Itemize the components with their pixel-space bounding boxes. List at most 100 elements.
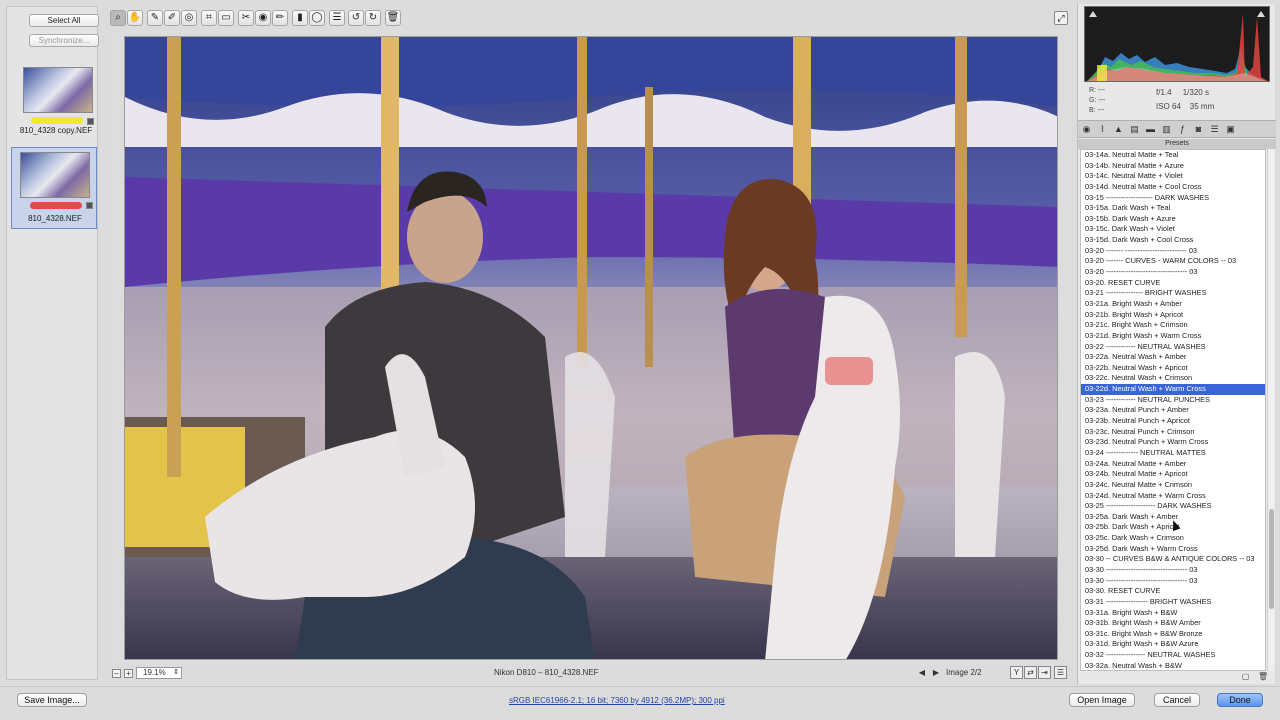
next-image-icon[interactable]: ▶	[930, 667, 942, 679]
preset-item[interactable]: 03-21a. Bright Wash + Amber	[1081, 299, 1265, 310]
color-sampler-icon[interactable]: ✐	[164, 10, 180, 26]
spot-removal-icon[interactable]: ✂	[238, 10, 254, 26]
preset-item[interactable]: 03-21c. Bright Wash + Crimson	[1081, 320, 1265, 331]
zoom-icon[interactable]: ⌕	[110, 10, 126, 26]
preset-item[interactable]: 03-21b. Bright Wash + Apricot	[1081, 310, 1265, 321]
preset-item[interactable]: 03-25c. Dark Wash + Crimson	[1081, 533, 1265, 544]
image-canvas[interactable]	[106, 30, 1072, 664]
shadow-clipping-warning-icon[interactable]	[1089, 11, 1097, 17]
new-preset-icon[interactable]: ▢	[1241, 672, 1250, 681]
preview-photo[interactable]	[124, 36, 1058, 660]
red-eye-icon[interactable]: ◉	[255, 10, 271, 26]
preset-item[interactable]: 03-22d. Neutral Wash + Warm Cross	[1081, 384, 1265, 395]
fx-tab-icon[interactable]: ƒ	[1176, 123, 1189, 136]
preset-item[interactable]: 03-24d. Neutral Matte + Warm Cross	[1081, 491, 1265, 502]
hand-icon[interactable]: ✋	[127, 10, 143, 26]
preset-item[interactable]: 03-15d. Dark Wash + Cool Cross	[1081, 235, 1265, 246]
preset-item[interactable]: 03-31d. Bright Wash + B&W Azure	[1081, 639, 1265, 650]
preset-item[interactable]: 03-22 ------------ NEUTRAL WASHES	[1081, 342, 1265, 353]
toggle-default-icon[interactable]: ☰	[1054, 666, 1067, 679]
preset-item[interactable]: 03-23c. Neutral Punch + Crimson	[1081, 427, 1265, 438]
preset-item[interactable]: 03-30 --------------------------------- …	[1081, 576, 1265, 587]
done-button[interactable]: Done	[1217, 693, 1263, 707]
open-image-button[interactable]: Open Image	[1069, 693, 1135, 707]
graduated-filter-icon[interactable]: ▮	[292, 10, 308, 26]
white-balance-icon[interactable]: ✎	[147, 10, 163, 26]
preset-item[interactable]: 03-30. RESET CURVE	[1081, 586, 1265, 597]
hsl-tab-icon[interactable]: ▤	[1128, 123, 1141, 136]
preset-item[interactable]: 03-14d. Neutral Matte + Cool Cross	[1081, 182, 1265, 193]
filmstrip-thumb[interactable]: 810_4328 copy.NEF	[17, 65, 95, 135]
preset-item[interactable]: 03-20 --------------------------------- …	[1081, 267, 1265, 278]
preset-item[interactable]: 03-23a. Neutral Punch + Amber	[1081, 405, 1265, 416]
snapshots-tab-icon[interactable]: ▣	[1224, 123, 1237, 136]
preset-item[interactable]: 03-15c. Dark Wash + Violet	[1081, 224, 1265, 235]
straighten-icon[interactable]: ▭	[218, 10, 234, 26]
preset-item[interactable]: 03-23b. Neutral Punch + Apricot	[1081, 416, 1265, 427]
presets-list[interactable]: 03-14a. Neutral Matte + Teal 03-14b. Neut…	[1080, 149, 1266, 671]
preset-item[interactable]: 03-32a. Neutral Wash + B&W	[1081, 661, 1265, 670]
rotate-right-icon[interactable]: ↻	[365, 10, 381, 26]
preset-item[interactable]: 03-20. RESET CURVE	[1081, 278, 1265, 289]
rotate-left-icon[interactable]: ↺	[348, 10, 364, 26]
previous-image-icon[interactable]: ◀	[916, 667, 928, 679]
preset-item[interactable]: 03-25 -------------------- DARK WASHES	[1081, 501, 1265, 512]
preset-item[interactable]: 03-14b. Neutral Matte + Azure	[1081, 161, 1265, 172]
preset-item[interactable]: 03-31c. Bright Wash + B&W Bronze	[1081, 629, 1265, 640]
synchronize-button[interactable]: Synchronize...	[29, 34, 99, 47]
crop-icon[interactable]: ⌗	[201, 10, 217, 26]
preset-item[interactable]: 03-32 ---------------- NEUTRAL WASHES	[1081, 650, 1265, 661]
preset-item[interactable]: 03-31b. Bright Wash + B&W Amber	[1081, 618, 1265, 629]
preset-item[interactable]: 03-24c. Neutral Matte + Crimson	[1081, 480, 1265, 491]
zoom-out-button[interactable]: –	[112, 669, 121, 678]
preset-item[interactable]: 03-31a. Bright Wash + B&W	[1081, 608, 1265, 619]
preset-item[interactable]: 03-22a. Neutral Wash + Amber	[1081, 352, 1265, 363]
preset-item[interactable]: 03-30 -- CURVES B&W & ANTIQUE COLORS -- …	[1081, 554, 1265, 565]
preset-item[interactable]: 03-24a. Neutral Matte + Amber	[1081, 459, 1265, 470]
delete-preset-icon[interactable]: 🗑	[1258, 672, 1268, 681]
adjustment-brush-icon[interactable]: ✏	[272, 10, 288, 26]
preset-item[interactable]: 03-25d. Dark Wash + Warm Cross	[1081, 544, 1265, 555]
split-toning-tab-icon[interactable]: ▬	[1144, 123, 1157, 136]
preset-item[interactable]: 03-21 --------------- BRIGHT WASHES	[1081, 288, 1265, 299]
preset-item[interactable]: 03-22b. Neutral Wash + Apricot	[1081, 363, 1265, 374]
camera-calibration-tab-icon[interactable]: ◙	[1192, 123, 1205, 136]
scrollbar-thumb[interactable]	[1269, 509, 1274, 609]
before-after-y-icon[interactable]: Y	[1010, 666, 1023, 679]
save-image-button[interactable]: Save Image...	[17, 693, 87, 707]
lens-corrections-tab-icon[interactable]: ▥	[1160, 123, 1173, 136]
preset-item[interactable]: 03-21d. Bright Wash + Warm Cross	[1081, 331, 1265, 342]
workflow-options-link[interactable]: sRGB IEC61966-2.1; 16 bit; 7360 by 4912 …	[509, 696, 725, 705]
preferences-icon[interactable]: ☰	[329, 10, 345, 26]
fullscreen-toggle-icon[interactable]: ⤢	[1054, 11, 1068, 25]
preset-item[interactable]: 03-24 ------------- NEUTRAL MATTES	[1081, 448, 1265, 459]
preset-item[interactable]: 03-31 ----------------- BRIGHT WASHES	[1081, 597, 1265, 608]
preset-item[interactable]: 03-15a. Dark Wash + Teal	[1081, 203, 1265, 214]
tone-curve-tab-icon[interactable]: ⌇	[1096, 123, 1109, 136]
zoom-in-button[interactable]: +	[124, 669, 133, 678]
target-adjust-icon[interactable]: ◎	[181, 10, 197, 26]
preset-item[interactable]: 03-23d. Neutral Punch + Warm Cross	[1081, 437, 1265, 448]
preset-item[interactable]: 03-20 ------- ------------------------- …	[1081, 246, 1265, 257]
preset-item[interactable]: 03-22c. Neutral Wash + Crimson	[1081, 373, 1265, 384]
presets-scrollbar[interactable]	[1267, 149, 1274, 671]
preset-item[interactable]: 03-15 ------------------- DARK WASHES	[1081, 193, 1265, 204]
detail-tab-icon[interactable]: ▲	[1112, 123, 1125, 136]
basic-tab-icon[interactable]: ◉	[1080, 123, 1093, 136]
presets-tab-icon[interactable]: ☰	[1208, 123, 1221, 136]
preset-item[interactable]: 03-14c. Neutral Matte + Violet	[1081, 171, 1265, 182]
preset-item[interactable]: 03-30 --------------------------------- …	[1081, 565, 1265, 576]
preset-item[interactable]: 03-24b. Neutral Matte + Apricot	[1081, 469, 1265, 480]
copy-settings-icon[interactable]: ⇥	[1038, 666, 1051, 679]
filmstrip-thumb-selected[interactable]: 810_4328.NEF	[11, 147, 97, 229]
preset-item[interactable]: 03-20 ------- CURVES - WARM COLORS -- 03	[1081, 256, 1265, 267]
trash-icon[interactable]: 🗑	[385, 10, 401, 26]
select-all-button[interactable]: Select All	[29, 14, 99, 27]
preset-item[interactable]: 03-14a. Neutral Matte + Teal	[1081, 150, 1265, 161]
swap-settings-icon[interactable]: ⇄	[1024, 666, 1037, 679]
radial-filter-icon[interactable]: ◯	[309, 10, 325, 26]
preset-item[interactable]: 03-23 ------------ NEUTRAL PUNCHES	[1081, 395, 1265, 406]
zoom-level-select[interactable]: 19.1% ⇕	[136, 667, 182, 679]
cancel-button[interactable]: Cancel	[1154, 693, 1200, 707]
preset-item[interactable]: 03-15b. Dark Wash + Azure	[1081, 214, 1265, 225]
